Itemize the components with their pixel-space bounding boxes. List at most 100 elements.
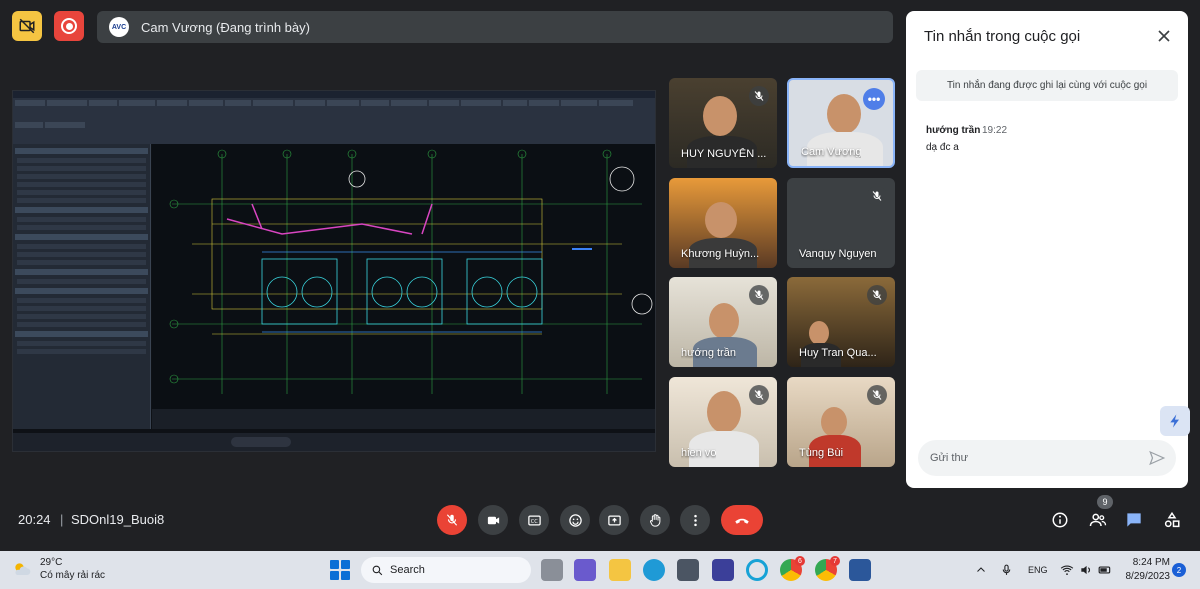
mic-off-icon xyxy=(749,285,769,305)
clock-date[interactable]: 8/29/2023 xyxy=(1110,571,1171,582)
notification-badge: 6 xyxy=(795,556,805,566)
task-view-icon[interactable] xyxy=(541,559,563,581)
mic-off-icon xyxy=(749,385,769,405)
people-icon xyxy=(1089,513,1107,527)
wifi-icon[interactable] xyxy=(1060,563,1074,577)
captions-button[interactable]: CC xyxy=(519,505,549,535)
start-button[interactable] xyxy=(330,560,350,580)
participant-name: hien vo xyxy=(681,447,717,459)
chat-button[interactable] xyxy=(1123,509,1145,531)
camera-icon xyxy=(487,516,499,524)
microphone-icon[interactable] xyxy=(1000,563,1013,577)
participant-name: Vanquy Nguyen xyxy=(799,248,877,260)
svg-text:CC: CC xyxy=(530,519,537,525)
people-count-badge: 9 xyxy=(1097,495,1113,509)
cortana-icon[interactable] xyxy=(746,559,768,581)
reactions-button[interactable] xyxy=(560,505,590,535)
cad-drawing xyxy=(169,149,653,394)
participant-tile[interactable]: ••• Cam Vương xyxy=(787,78,895,168)
cad-command-line[interactable] xyxy=(152,409,655,429)
participant-name: hướng trần xyxy=(681,347,736,359)
presenter-label: Cam Vương (Đang trình bày) xyxy=(141,19,310,35)
hangup-icon xyxy=(735,518,749,524)
cad-properties-panel xyxy=(13,144,151,429)
info-icon xyxy=(1052,512,1068,528)
language-indicator[interactable]: ENG xyxy=(1028,565,1048,575)
mic-off-icon xyxy=(867,285,887,305)
lightning-icon xyxy=(1170,414,1179,428)
top-bar: AVC Cam Vương (Đang trình bày) xyxy=(0,0,900,52)
weather-icon[interactable] xyxy=(12,560,32,580)
camera-toggle-button[interactable] xyxy=(478,505,508,535)
weather-temperature: 29°C xyxy=(40,557,63,568)
word-icon[interactable] xyxy=(849,559,871,581)
chat-icon xyxy=(1127,513,1141,527)
chrome-icon[interactable]: 6 xyxy=(780,556,805,581)
participant-tile[interactable]: Khương Huỳn... xyxy=(669,178,777,268)
more-options-button[interactable] xyxy=(680,505,710,535)
file-explorer-icon[interactable] xyxy=(609,559,631,581)
close-icon xyxy=(1158,30,1170,42)
autocad-icon[interactable] xyxy=(712,559,734,581)
activities-icon xyxy=(1164,511,1180,528)
participant-name: Cam Vương xyxy=(801,146,862,158)
store-icon[interactable] xyxy=(677,559,699,581)
chat-input[interactable]: Gửi thư xyxy=(918,440,1176,476)
meeting-separator: | xyxy=(60,512,64,527)
edge-icon[interactable] xyxy=(643,559,665,581)
participant-tile[interactable]: hướng trần xyxy=(669,277,777,367)
more-options-icon[interactable]: ••• xyxy=(863,88,885,110)
mic-toggle-button[interactable] xyxy=(437,505,467,535)
mic-off-icon xyxy=(446,514,458,526)
os-taskbar: 29°C Có mây rải rác Search 6 7 ENG 8:24 … xyxy=(0,551,1200,589)
participant-tile[interactable]: hien vo xyxy=(669,377,777,467)
participant-tile[interactable]: Huy Tran Qua... xyxy=(787,277,895,367)
taskbar-search[interactable]: Search xyxy=(361,557,531,583)
people-button[interactable] xyxy=(1087,509,1109,531)
meeting-code: SDOnl19_Buoi8 xyxy=(71,512,165,527)
participant-tile[interactable]: HUY NGUYỄN ... xyxy=(669,78,777,168)
activities-button[interactable] xyxy=(1161,509,1183,531)
weather-description: Có mây rải rác xyxy=(40,570,106,581)
present-screen-icon xyxy=(607,515,621,525)
cad-drawing-canvas[interactable] xyxy=(152,144,655,429)
participant-name: HUY NGUYỄN ... xyxy=(681,148,767,160)
recording-button[interactable] xyxy=(54,11,84,41)
participant-tile[interactable]: Tùng Bùi xyxy=(787,377,895,467)
notification-badge: 7 xyxy=(830,556,840,566)
participant-name: Khương Huỳn... xyxy=(681,248,760,260)
mic-off-icon xyxy=(749,86,769,106)
recording-notice: Tin nhắn đang được ghi lại cùng với cuộc… xyxy=(916,70,1178,101)
chat-panel: Tin nhắn trong cuộc gọi Tin nhắn đang đư… xyxy=(906,11,1188,488)
search-label: Search xyxy=(390,564,425,576)
captions-icon: CC xyxy=(527,515,541,525)
participant-name: Huy Tran Qua... xyxy=(799,347,877,359)
shared-screen xyxy=(12,90,656,452)
leave-call-button[interactable] xyxy=(721,505,763,535)
chevron-up-icon[interactable] xyxy=(975,564,987,576)
volume-icon[interactable] xyxy=(1079,563,1093,577)
meeting-details-button[interactable] xyxy=(1049,509,1071,531)
emoji-icon xyxy=(568,513,582,527)
camera-off-button[interactable] xyxy=(12,11,42,41)
search-icon xyxy=(372,565,383,575)
notification-count[interactable]: 2 xyxy=(1172,563,1186,577)
chrome-icon[interactable]: 7 xyxy=(815,556,840,581)
participant-tile[interactable]: Vanquy Nguyen xyxy=(787,178,895,268)
message-text: dạ đc a xyxy=(926,142,959,153)
companion-widget-button[interactable] xyxy=(1160,406,1190,436)
present-button[interactable] xyxy=(599,505,629,535)
meeting-time: 20:24 xyxy=(18,512,51,527)
presenter-banner[interactable]: AVC Cam Vương (Đang trình bày) xyxy=(97,11,893,43)
cad-ribbon xyxy=(13,98,655,144)
close-button[interactable] xyxy=(1154,26,1174,46)
camera-off-icon xyxy=(19,18,35,34)
chat-input-placeholder: Gửi thư xyxy=(930,452,968,464)
meet-app-icon[interactable] xyxy=(574,559,596,581)
send-icon[interactable] xyxy=(1148,449,1166,467)
raise-hand-button[interactable] xyxy=(640,505,670,535)
cad-title-bar xyxy=(13,91,655,98)
message-sender: hướng trần xyxy=(926,125,981,136)
clock-time[interactable]: 8:24 PM xyxy=(1124,557,1170,568)
participant-name: Tùng Bùi xyxy=(799,447,844,459)
